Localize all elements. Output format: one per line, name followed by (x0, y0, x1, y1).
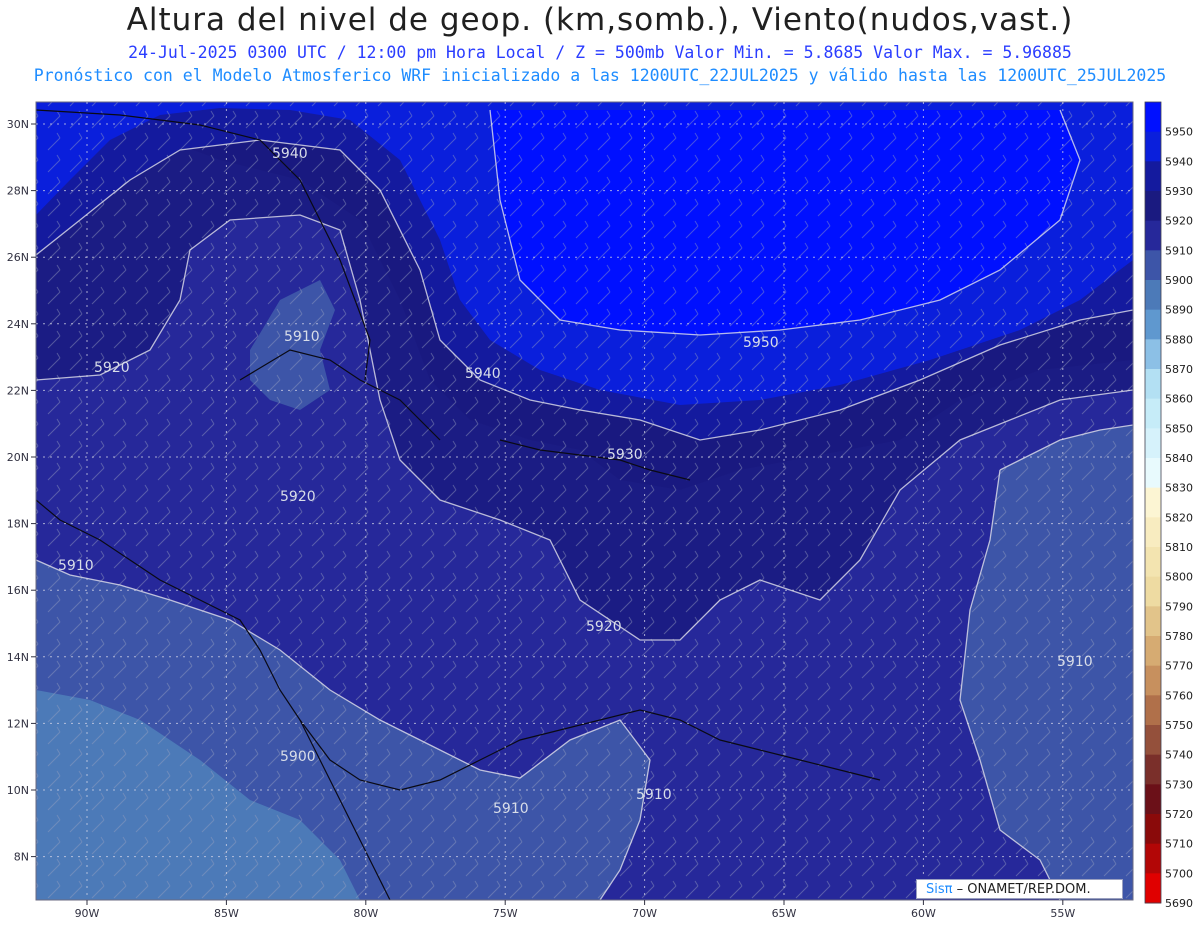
colorbar-swatch (1145, 220, 1161, 251)
colorbar-label: 5840 (1165, 452, 1193, 465)
lat-tick-label: 20N (7, 451, 29, 464)
lon-tick-label: 60W (911, 907, 936, 920)
contour-label: 5930 (607, 447, 643, 463)
colorbar-swatch (1145, 398, 1161, 429)
contour-label: 5900 (280, 749, 316, 765)
colorbar-label: 5880 (1165, 333, 1193, 346)
colorbar-swatch (1145, 131, 1161, 162)
sispi-logo: Sisπ (926, 882, 953, 897)
colorbar-swatch (1145, 784, 1161, 815)
lon-tick-label: 70W (632, 907, 657, 920)
colorbar-label: 5890 (1165, 304, 1193, 317)
colorbar-label: 5940 (1165, 155, 1193, 168)
colorbar-swatch (1145, 191, 1161, 222)
map-area (36, 102, 1133, 900)
colorbar-swatch (1145, 339, 1161, 370)
colorbar-label: 5720 (1165, 808, 1193, 821)
colorbar-label: 5910 (1165, 244, 1193, 257)
geopotential-map: 30N 28N 26N 24N 22N 20N 18N 16N 14N 12N 10N 8N 90W 8… (7, 101, 1193, 920)
contour-label: 5910 (493, 801, 529, 817)
lat-tick-label: 8N (14, 851, 29, 864)
credit-box: Sisπ – ONAMET/REP.DOM. (916, 879, 1123, 899)
colorbar-label: 5850 (1165, 422, 1193, 435)
credit-org: – ONAMET/REP.DOM. (956, 882, 1091, 897)
colorbar-swatch (1145, 814, 1161, 845)
colorbar-label: 5830 (1165, 482, 1193, 495)
colorbar-swatch (1145, 517, 1161, 548)
colorbar-swatch (1145, 161, 1161, 192)
lon-axis: 90W 85W 80W 75W 70W 65W 60W 55W (75, 900, 1075, 920)
colorbar-label: 5820 (1165, 511, 1193, 524)
colorbar-swatch (1145, 754, 1161, 785)
contour-label: 5920 (94, 360, 130, 376)
contour-label: 5910 (284, 329, 320, 345)
lon-tick-label: 85W (214, 907, 239, 920)
contour-label: 5940 (272, 146, 308, 162)
colorbar-label: 5760 (1165, 689, 1193, 702)
colorbar-swatch (1145, 843, 1161, 874)
colorbar-label: 5900 (1165, 274, 1193, 287)
colorbar-swatch (1145, 576, 1161, 607)
colorbar-label: 5920 (1165, 215, 1193, 228)
contour-label: 5940 (465, 366, 501, 382)
lon-tick-label: 80W (353, 907, 378, 920)
lon-tick-label: 90W (75, 907, 100, 920)
lat-axis: 30N 28N 26N 24N 22N 20N 18N 16N 14N 12N 10N 8N (7, 118, 36, 864)
lat-tick-label: 18N (7, 518, 29, 531)
colorbar-swatch (1145, 665, 1161, 696)
colorbar-label: 5860 (1165, 393, 1193, 406)
colorbar-label: 5950 (1165, 126, 1193, 139)
colorbar-label: 5780 (1165, 630, 1193, 643)
lat-tick-label: 24N (7, 318, 29, 331)
lat-tick-label: 12N (7, 717, 29, 730)
colorbar-swatch (1145, 873, 1161, 904)
colorbar-label: 5810 (1165, 541, 1193, 554)
lat-tick-label: 26N (7, 251, 29, 264)
colorbar-label: 5740 (1165, 749, 1193, 762)
colorbar-label: 5690 (1165, 897, 1193, 910)
colorbar-swatch (1145, 547, 1161, 578)
lat-tick-label: 10N (7, 784, 29, 797)
lon-tick-label: 55W (1050, 907, 1075, 920)
colorbar-label: 5710 (1165, 838, 1193, 851)
contour-label: 5910 (58, 558, 94, 574)
colorbar-swatch (1145, 695, 1161, 726)
contour-label: 5920 (280, 489, 316, 505)
lat-tick-label: 28N (7, 185, 29, 198)
lat-tick-label: 22N (7, 384, 29, 397)
lat-tick-label: 14N (7, 651, 29, 664)
colorbar: 5950 5940 5930 5920 5910 5900 5890 5880 5870 5860… (1144, 101, 1193, 910)
colorbar-swatch (1145, 487, 1161, 518)
colorbar-label: 5800 (1165, 571, 1193, 584)
colorbar-swatch (1145, 102, 1161, 133)
colorbar-label: 5730 (1165, 778, 1193, 791)
colorbar-swatch (1145, 636, 1161, 667)
lon-tick-label: 65W (772, 907, 797, 920)
colorbar-swatch (1145, 369, 1161, 400)
wind-barbs (36, 102, 1133, 900)
colorbar-label: 5930 (1165, 185, 1193, 198)
contour-label: 5920 (586, 619, 622, 635)
colorbar-swatch (1145, 428, 1161, 459)
colorbar-swatch (1145, 725, 1161, 756)
colorbar-label: 5700 (1165, 867, 1193, 880)
lat-tick-label: 30N (7, 118, 29, 131)
lat-tick-label: 16N (7, 584, 29, 597)
colorbar-swatch (1145, 606, 1161, 637)
colorbar-label: 5790 (1165, 600, 1193, 613)
colorbar-swatch (1145, 280, 1161, 311)
colorbar-label: 5750 (1165, 719, 1193, 732)
colorbar-label: 5770 (1165, 660, 1193, 673)
contour-label: 5950 (743, 335, 779, 351)
colorbar-swatch (1145, 458, 1161, 489)
colorbar-label: 5870 (1165, 363, 1193, 376)
contour-label: 5910 (1057, 654, 1093, 670)
lon-tick-label: 75W (493, 907, 518, 920)
colorbar-swatch (1145, 250, 1161, 281)
contour-label: 5910 (636, 787, 672, 803)
colorbar-swatch (1145, 309, 1161, 340)
